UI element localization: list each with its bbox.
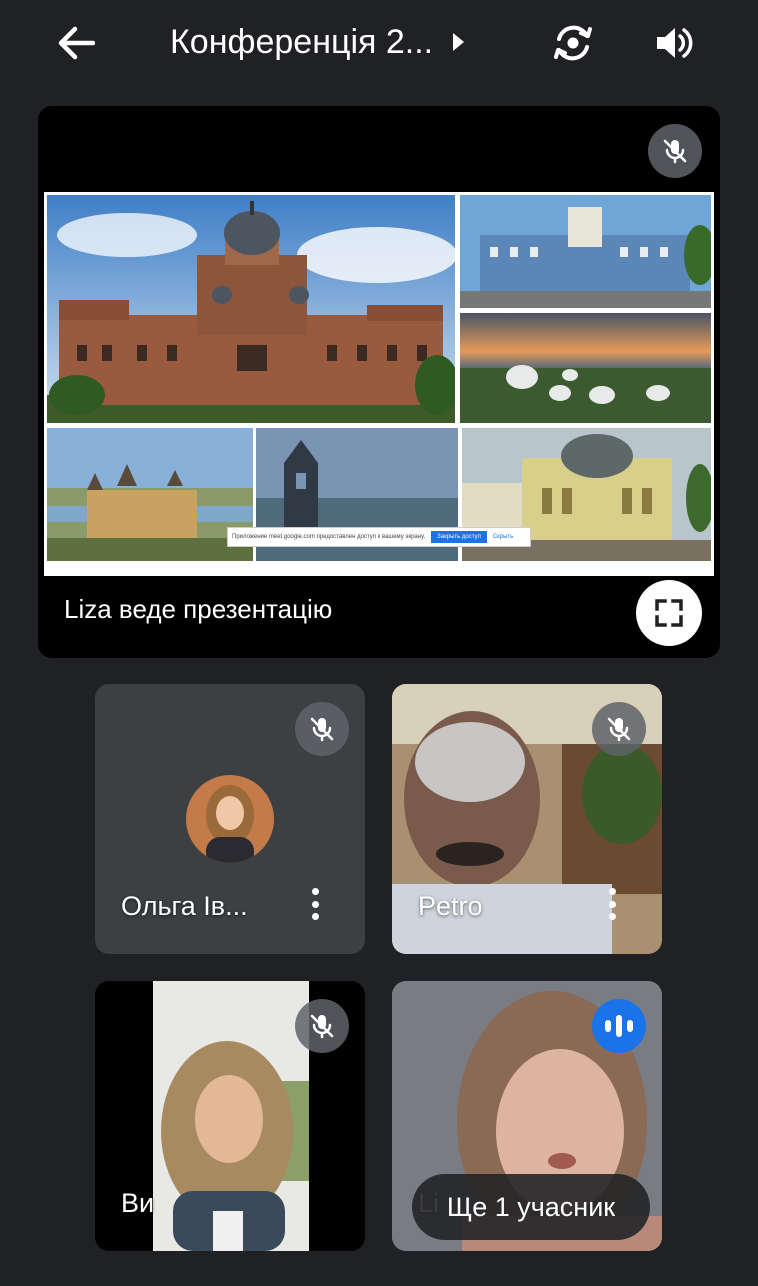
dot <box>311 913 319 920</box>
dot <box>608 900 616 908</box>
photo-castle <box>47 428 253 561</box>
dot <box>608 888 616 895</box>
muted-badge <box>592 702 646 756</box>
mic-off-icon <box>607 717 631 742</box>
mic-off-icon <box>310 717 334 742</box>
self-view-tile[interactable]: Ви <box>95 981 365 1251</box>
top-bar: Конференція 2... <box>0 0 758 86</box>
muted-badge <box>295 999 349 1053</box>
level-bar <box>616 1015 622 1037</box>
notice-text: Приложение meet.google.com предоставлен … <box>232 534 426 540</box>
meeting-title: Конференція 2... <box>170 22 434 61</box>
photo-town-hall <box>460 195 711 308</box>
muted-badge <box>295 702 349 756</box>
more-options-button[interactable] <box>303 884 327 924</box>
speaker-icon <box>657 28 693 58</box>
stop-sharing-button[interactable]: Закрыть доступ <box>431 531 487 543</box>
participant-tile[interactable]: Petro <box>392 684 662 954</box>
level-bar <box>605 1020 611 1032</box>
avatar <box>186 775 274 863</box>
dot <box>608 913 616 920</box>
presenter-label: Liza веде презентацію <box>64 594 333 624</box>
fullscreen-icon <box>655 599 683 627</box>
hide-notice-button[interactable]: Скрыть <box>493 534 513 540</box>
shared-screen: Приложение meet.google.com предоставлен … <box>44 192 714 576</box>
fullscreen-button[interactable] <box>636 580 702 646</box>
level-bar <box>627 1020 633 1032</box>
presentation-tile[interactable]: Приложение meet.google.com предоставлен … <box>38 106 720 658</box>
participant-tile[interactable]: Ольга Ів... <box>95 684 365 954</box>
more-options-button[interactable] <box>600 884 624 924</box>
self-video <box>153 981 309 1251</box>
meeting-title-button[interactable]: Конференція 2... <box>170 18 465 66</box>
back-button[interactable] <box>50 20 102 66</box>
photo-domes <box>460 313 711 423</box>
mic-off-icon <box>310 1014 334 1039</box>
more-participants-button[interactable]: Ще 1 учасник <box>412 1174 650 1240</box>
switch-camera-icon <box>554 25 592 61</box>
participant-name: Ви <box>121 1188 155 1218</box>
speaking-indicator <box>592 999 646 1053</box>
screen-share-notice: Приложение meet.google.com предоставлен … <box>227 527 531 547</box>
mic-off-icon <box>663 139 687 164</box>
dot <box>311 900 319 908</box>
arrow-left-icon <box>58 26 95 60</box>
chevron-right-icon <box>453 33 465 51</box>
presentation-muted-badge <box>648 124 702 178</box>
audio-output-button[interactable] <box>648 18 700 68</box>
participant-name: Petro <box>418 891 483 921</box>
dot <box>311 888 319 895</box>
photo-university <box>47 195 455 423</box>
switch-camera-button[interactable] <box>546 16 600 70</box>
participant-name: Ольга Ів... <box>121 891 248 921</box>
